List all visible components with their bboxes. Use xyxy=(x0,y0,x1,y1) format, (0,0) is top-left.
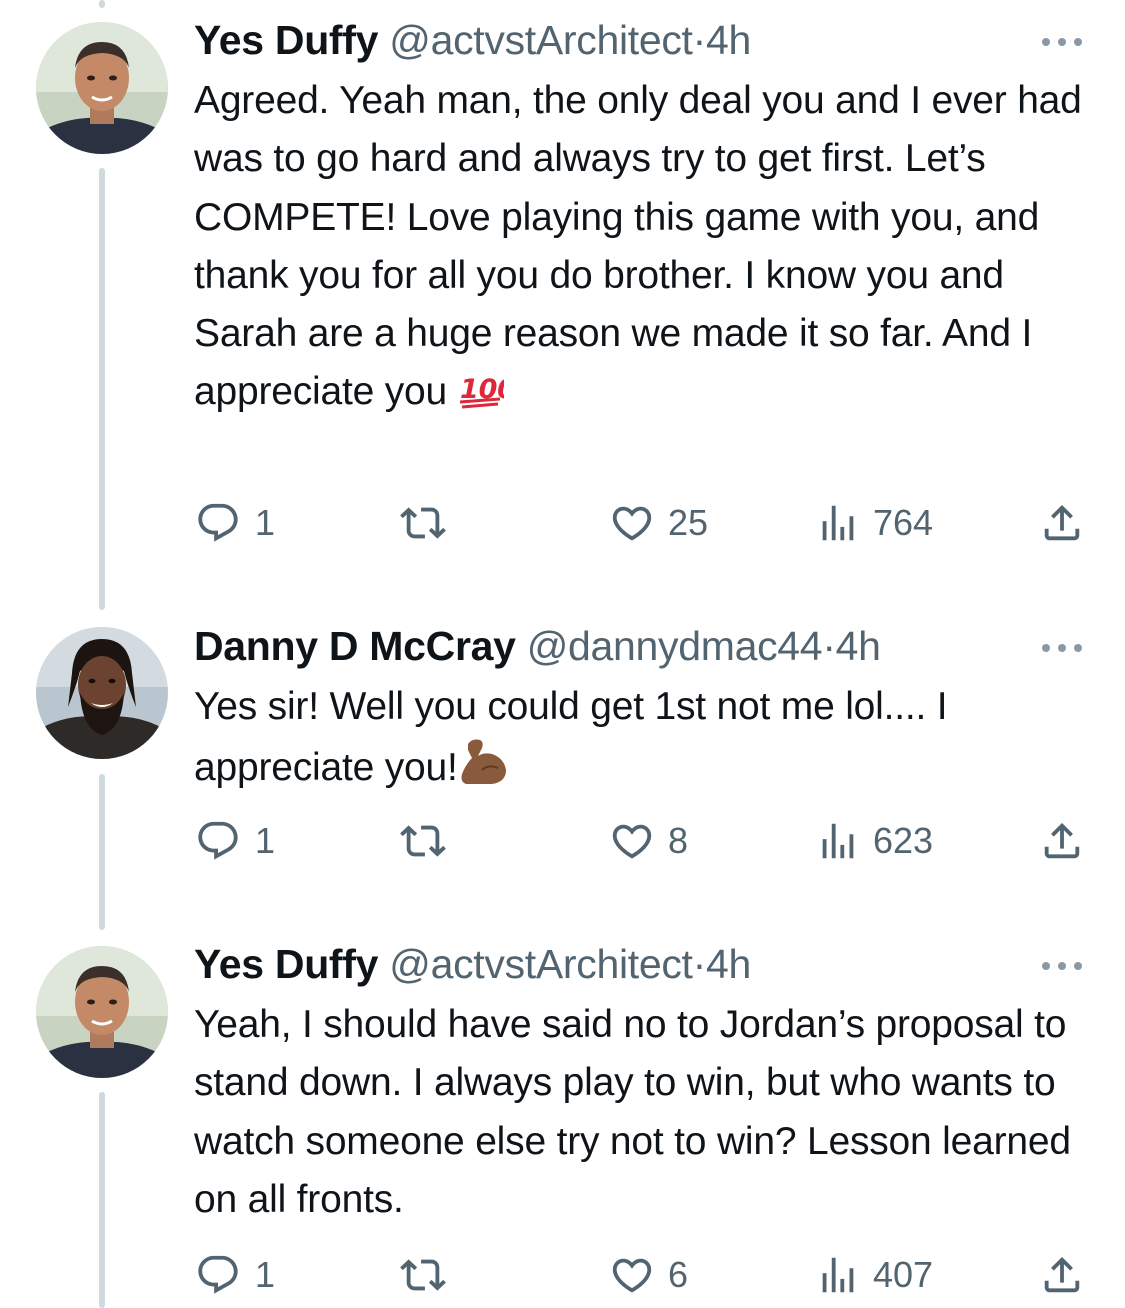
tweet[interactable]: Danny D McCray @dannydmac44·4h Yes sir! … xyxy=(0,610,1125,920)
like-count: 8 xyxy=(668,820,689,861)
tweet-actions: 1 25 764 xyxy=(0,500,1125,550)
more-icon[interactable] xyxy=(1040,642,1084,654)
user-handle[interactable]: @dannydmac44 xyxy=(527,623,823,669)
heart-icon xyxy=(612,1258,652,1293)
reply-button[interactable]: 1 xyxy=(193,1252,275,1298)
reply-button[interactable]: 1 xyxy=(193,500,275,546)
like-button[interactable]: 25 xyxy=(608,500,708,546)
tweet-text-content: Yes sir! Well you could get 1st not me l… xyxy=(194,685,948,790)
repost-icon xyxy=(400,1259,446,1291)
tweet-actions: 1 8 623 xyxy=(0,818,1125,868)
share-button[interactable] xyxy=(1038,818,1086,864)
timestamp[interactable]: 4h xyxy=(706,17,751,63)
hundred-points-emoji-icon: 100 xyxy=(459,374,516,409)
view-count: 764 xyxy=(873,502,934,543)
tweet-text-content: Yeah, I should have said no to Jordan’s … xyxy=(194,1003,1071,1221)
avatar[interactable] xyxy=(36,627,168,759)
timestamp[interactable]: 4h xyxy=(836,623,881,669)
share-icon xyxy=(1044,822,1080,859)
tweet-header: Yes Duffy @actvstArchitect·4h xyxy=(194,940,751,988)
repost-button[interactable] xyxy=(398,500,448,546)
views-button[interactable]: 764 xyxy=(815,500,933,546)
tweet[interactable]: Yes Duffy @actvstArchitect·4h Yeah, I sh… xyxy=(0,930,1125,1308)
reply-button[interactable]: 1 xyxy=(193,818,275,864)
avatar[interactable] xyxy=(36,22,168,154)
share-button[interactable] xyxy=(1038,1252,1086,1298)
like-button[interactable]: 6 xyxy=(608,1252,688,1298)
repost-icon xyxy=(400,825,446,857)
reply-icon xyxy=(198,1255,238,1294)
reply-count: 1 xyxy=(255,1254,276,1295)
repost-button[interactable] xyxy=(398,1252,448,1298)
tweet-text-content: Agreed. Yeah man, the only deal you and … xyxy=(194,79,1082,414)
user-photo-icon xyxy=(36,627,168,759)
views-button[interactable]: 623 xyxy=(815,818,933,864)
tweet-text: Yeah, I should have said no to Jordan’s … xyxy=(194,996,1094,1229)
user-photo-icon xyxy=(36,22,168,154)
timestamp[interactable]: 4h xyxy=(706,941,751,987)
like-count: 25 xyxy=(668,502,709,543)
separator: · xyxy=(822,623,836,669)
views-icon xyxy=(822,1257,854,1293)
tweet-actions: 1 6 407 xyxy=(0,1252,1125,1302)
views-button[interactable]: 407 xyxy=(815,1252,933,1298)
more-icon[interactable] xyxy=(1040,36,1084,48)
display-name[interactable]: Yes Duffy xyxy=(194,17,378,63)
view-count: 407 xyxy=(873,1254,934,1295)
user-handle[interactable]: @actvstArchitect xyxy=(389,17,693,63)
separator: · xyxy=(692,941,707,987)
tweet-text: Agreed. Yeah man, the only deal you and … xyxy=(194,72,1094,422)
display-name[interactable]: Danny D McCray xyxy=(194,623,516,669)
display-name[interactable]: Yes Duffy xyxy=(194,941,378,987)
user-handle[interactable]: @actvstArchitect xyxy=(389,941,693,987)
reply-count: 1 xyxy=(255,502,276,543)
more-icon[interactable] xyxy=(1040,960,1084,972)
separator: · xyxy=(692,17,707,63)
flexed-biceps-emoji-icon xyxy=(461,739,506,785)
share-icon xyxy=(1044,1256,1080,1293)
repost-icon xyxy=(400,507,446,539)
views-icon xyxy=(822,823,854,859)
tweet[interactable]: Yes Duffy @actvstArchitect·4h Agreed. Ye… xyxy=(0,0,1125,600)
heart-icon xyxy=(612,824,652,859)
tweet-header: Yes Duffy @actvstArchitect·4h xyxy=(194,16,751,64)
heart-icon xyxy=(612,506,652,541)
reply-count: 1 xyxy=(255,820,276,861)
share-icon xyxy=(1044,504,1080,541)
repost-button[interactable] xyxy=(398,818,448,864)
user-photo-icon xyxy=(36,946,168,1078)
reply-icon xyxy=(198,503,238,542)
tweet-text: Yes sir! Well you could get 1st not me l… xyxy=(194,678,1094,798)
like-button[interactable]: 8 xyxy=(608,818,688,864)
tweet-header: Danny D McCray @dannydmac44·4h xyxy=(194,622,881,670)
like-count: 6 xyxy=(668,1254,689,1295)
share-button[interactable] xyxy=(1038,500,1086,546)
views-icon xyxy=(822,505,854,541)
reply-icon xyxy=(198,821,238,860)
avatar[interactable] xyxy=(36,946,168,1078)
view-count: 623 xyxy=(873,820,934,861)
